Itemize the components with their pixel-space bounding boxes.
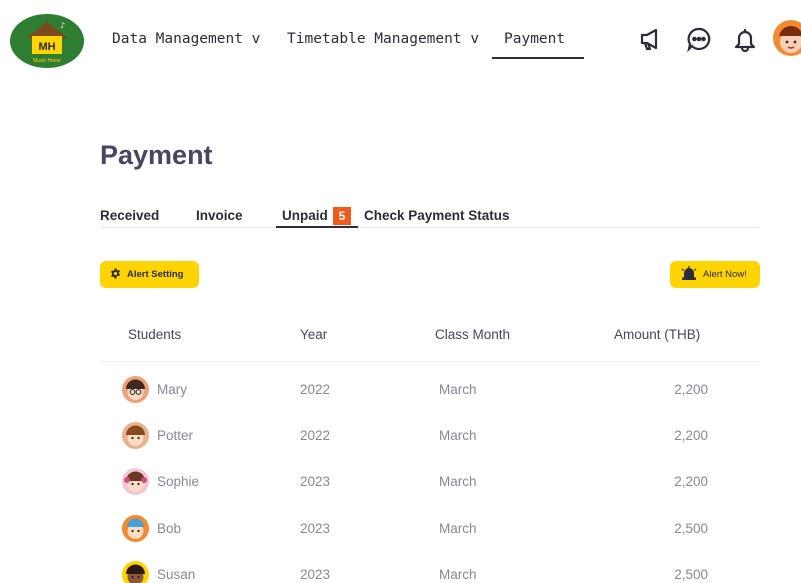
class-month: March [439,382,477,397]
alert-setting-button[interactable]: Alert Setting [100,261,199,288]
column-header-class-month: Class Month [435,327,511,342]
student-name: Mary [157,382,187,397]
student-avatar [122,561,149,583]
amount: 2,200 [674,382,708,397]
class-month: March [439,567,477,582]
student-name: Bob [157,521,182,536]
amount: 2,500 [674,567,708,582]
logo-subtext: Music Home [33,58,61,64]
table-row[interactable]: Susan 2023 March 2,500 [0,561,801,583]
student-year: 2022 [300,428,331,443]
gear-icon [110,267,121,282]
tabs-divider [100,227,760,228]
table-header-divider [100,361,760,362]
megaphone-icon[interactable] [638,26,664,52]
student-year: 2023 [300,567,331,582]
tab-active-indicator [276,226,358,228]
alert-now-label: Alert Now! [703,269,747,280]
student-name: Sophie [157,474,200,489]
amount: 2,200 [674,428,708,443]
student-name: Susan [157,567,196,582]
student-year: 2023 [300,521,331,536]
nav-timetable-management[interactable]: Timetable Management v [287,31,479,47]
siren-icon [681,266,697,283]
column-header-students: Students [128,327,182,342]
column-header-year: Year [300,327,328,342]
student-avatar [122,422,149,449]
amount: 2,200 [674,474,708,489]
student-name: Potter [157,428,194,443]
bell-icon[interactable] [732,26,758,53]
table-row[interactable]: Mary 2022 March 2,200 [0,376,801,406]
tab-received[interactable]: Received [100,208,159,223]
student-avatar [122,468,149,495]
logo[interactable]: MH Music Home ♪ [10,14,84,68]
tab-invoice[interactable]: Invoice [196,208,243,223]
alert-setting-label: Alert Setting [127,269,184,280]
table-row[interactable]: Bob 2023 March 2,500 [0,515,801,545]
student-avatar [122,376,149,403]
student-year: 2023 [300,474,331,489]
nav-active-indicator [492,57,584,59]
svg-text:♪: ♪ [60,21,65,30]
nav-data-management[interactable]: Data Management v [112,31,260,47]
class-month: March [439,474,477,489]
column-header-amount: Amount (THB) [614,327,701,342]
tab-unpaid[interactable]: Unpaid [282,208,328,223]
user-avatar[interactable] [773,20,801,56]
class-month: March [439,521,477,536]
nav-payment[interactable]: Payment [504,31,565,47]
amount: 2,500 [674,521,708,536]
class-month: March [439,428,477,443]
alert-now-button[interactable]: Alert Now! [670,261,760,288]
page-title: Payment [100,140,213,170]
student-year: 2022 [300,382,331,397]
table-row[interactable]: Potter 2022 March 2,200 [0,422,801,452]
student-avatar [122,515,149,542]
chat-icon[interactable] [686,26,712,53]
logo-text: MH [38,41,55,53]
table-row[interactable]: Sophie 2023 March 2,200 [0,468,801,498]
unpaid-count-badge: 5 [333,207,351,225]
tab-check-payment-status[interactable]: Check Payment Status [364,208,510,223]
